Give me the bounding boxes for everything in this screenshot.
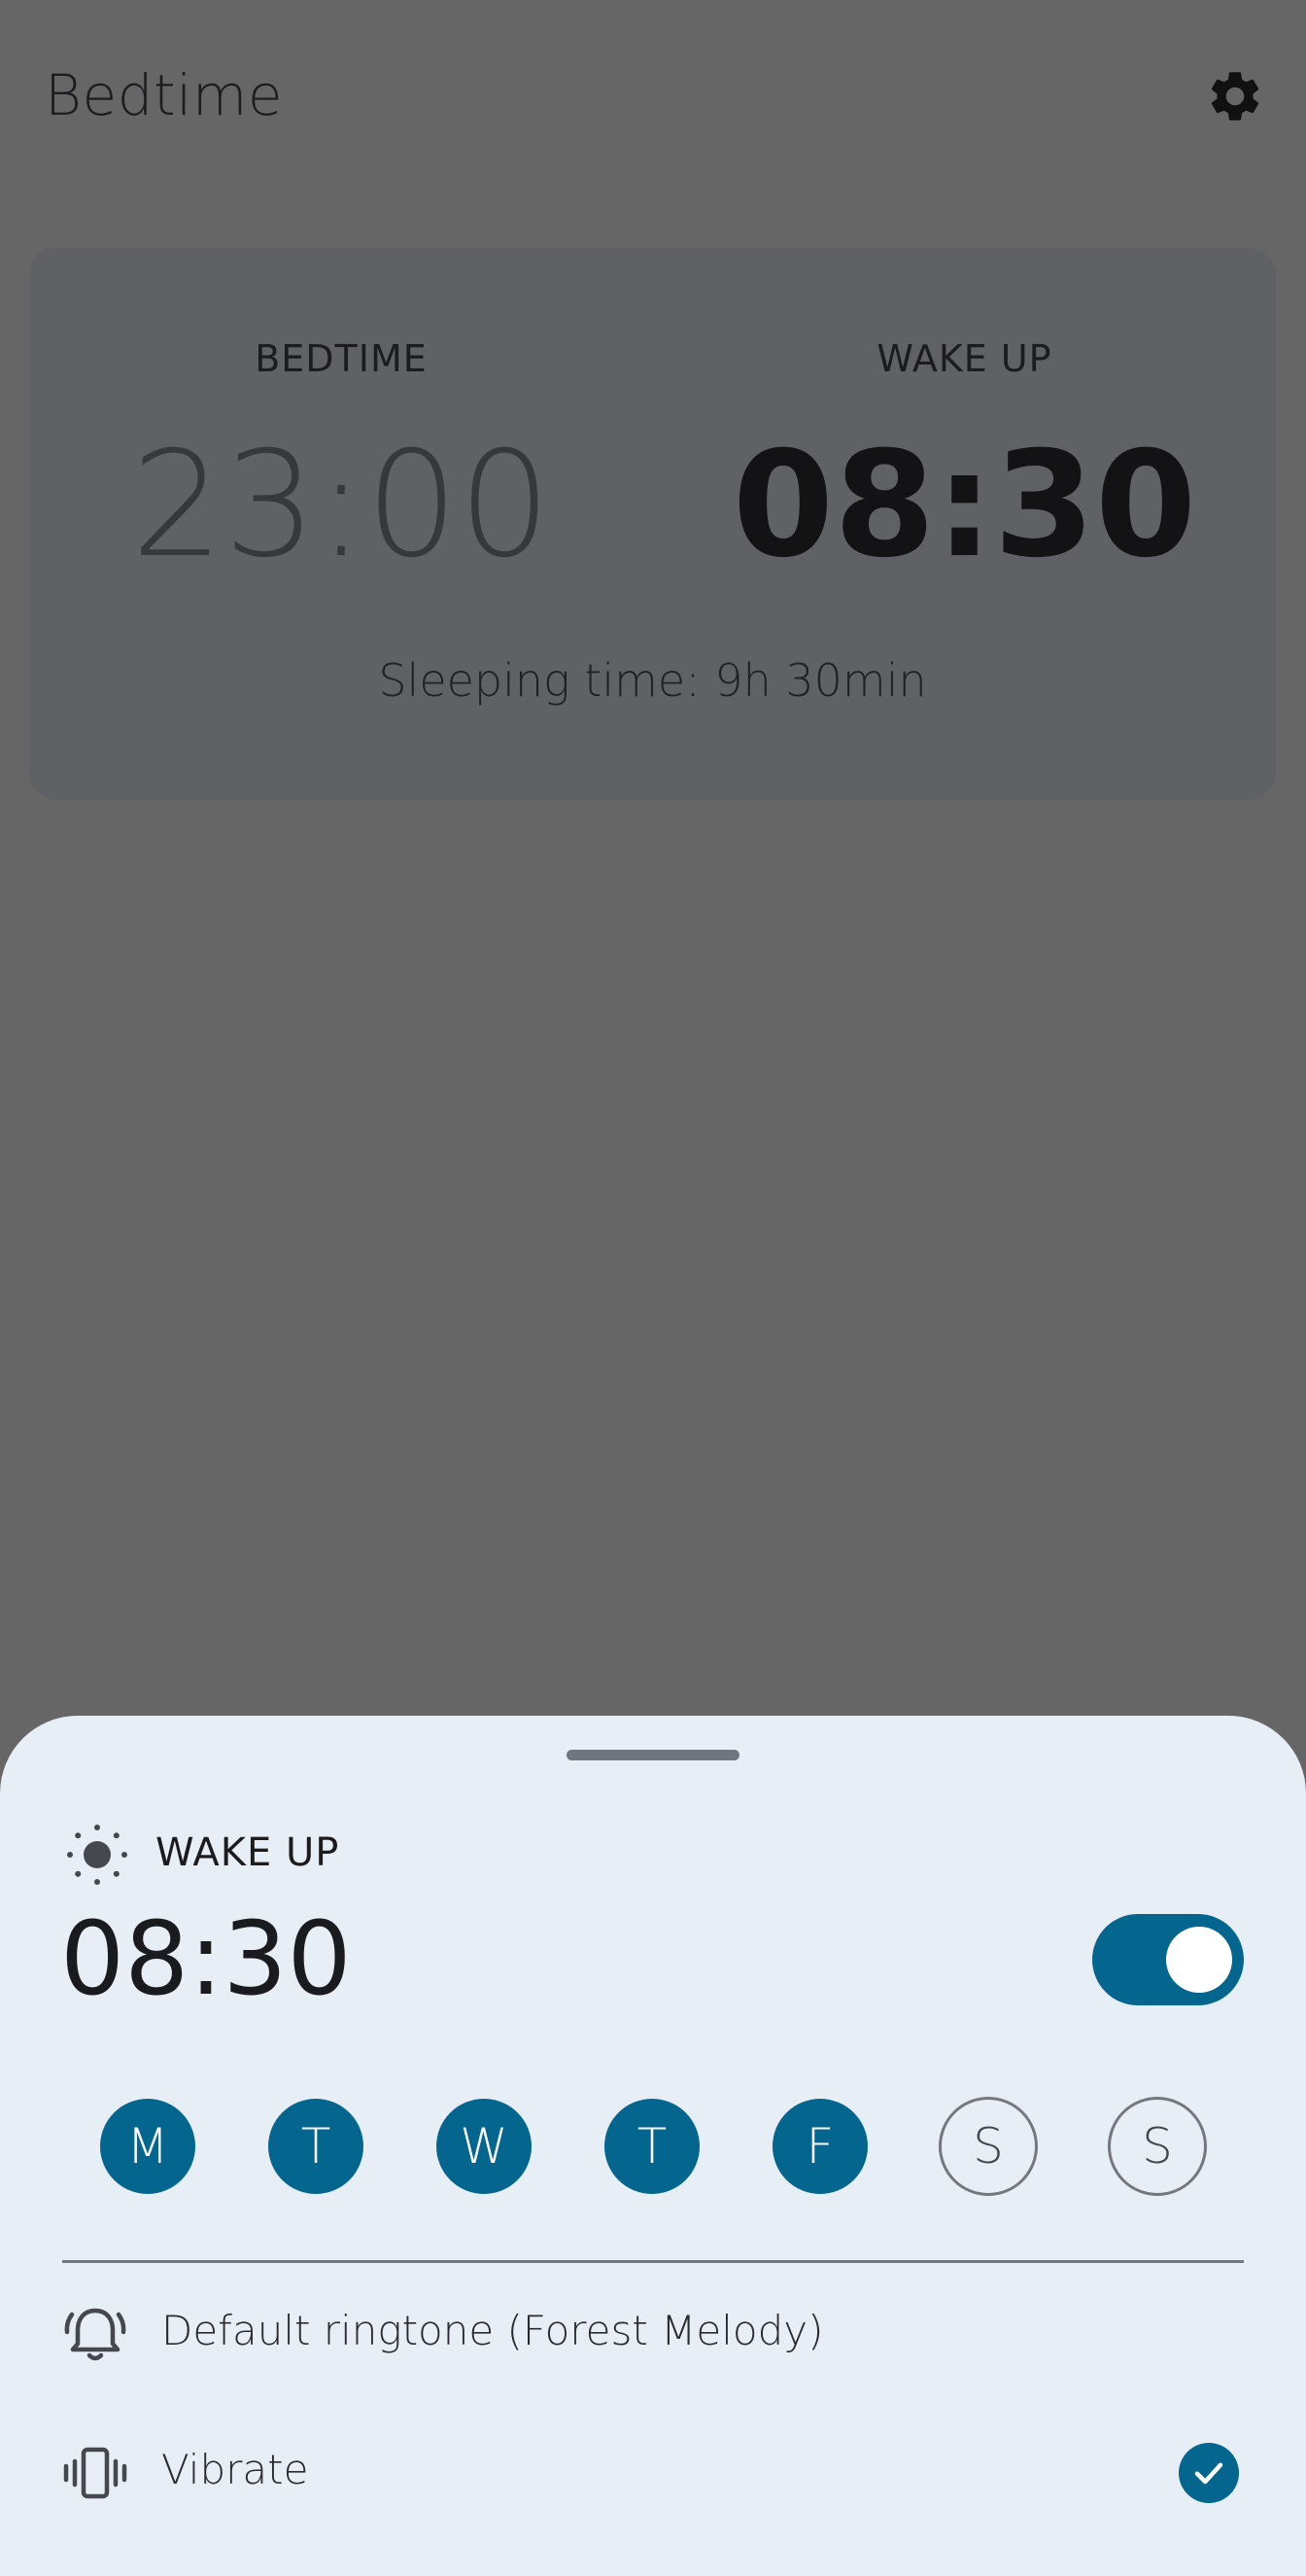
checkmark-icon [1194,2462,1223,2485]
day-letter: F [806,2118,835,2175]
divider [62,2260,1244,2263]
alarm-bell-icon [64,2308,126,2361]
sun-icon [67,1825,127,1885]
day-letter: W [460,2118,508,2175]
day-letter: S [973,2118,1004,2175]
wake-up-toggle[interactable] [1092,1914,1244,2005]
day-letter: T [300,2118,331,2175]
day-thursday[interactable]: T [604,2099,700,2194]
day-letter: T [636,2118,668,2175]
toggle-knob [1166,1927,1232,1993]
ringtone-row[interactable]: Default ringtone (Forest Melody) [0,2280,1306,2386]
bedtime-time: 23:00 [130,421,552,590]
day-monday[interactable]: M [100,2099,195,2194]
ringtone-label: Default ringtone (Forest Melody) [161,2307,824,2354]
day-tuesday[interactable]: T [268,2099,363,2194]
day-letter: S [1142,2118,1173,2175]
day-friday[interactable]: F [773,2099,868,2194]
day-saturday[interactable]: S [939,2097,1038,2196]
bedtime-summary-card[interactable]: BEDTIME 23:00 WAKE UP 08:30 Sleeping tim… [29,248,1276,800]
gear-icon [1211,72,1259,121]
drag-handle[interactable] [567,1750,739,1760]
vibrate-row[interactable]: Vibrate [0,2419,1306,2525]
wake-up-time[interactable]: 08:30 [60,1904,352,2013]
vibrate-icon [63,2447,127,2499]
wakeup-time: 08:30 [732,421,1197,590]
day-sunday[interactable]: S [1108,2097,1207,2196]
page-title: Bedtime [45,62,284,128]
wakeup-label: WAKE UP [876,337,1052,380]
settings-button[interactable] [1201,62,1269,130]
sleeping-time-text: Sleeping time: 9h 30min [378,654,927,707]
day-letter: M [126,2118,169,2175]
vibrate-checkbox[interactable] [1179,2443,1239,2503]
day-wednesday[interactable]: W [436,2099,532,2194]
top-app-bar: Bedtime [0,0,1306,194]
bedtime-label: BEDTIME [255,337,428,380]
wake-up-label: WAKE UP [155,1830,340,1875]
vibrate-label: Vibrate [161,2446,309,2493]
